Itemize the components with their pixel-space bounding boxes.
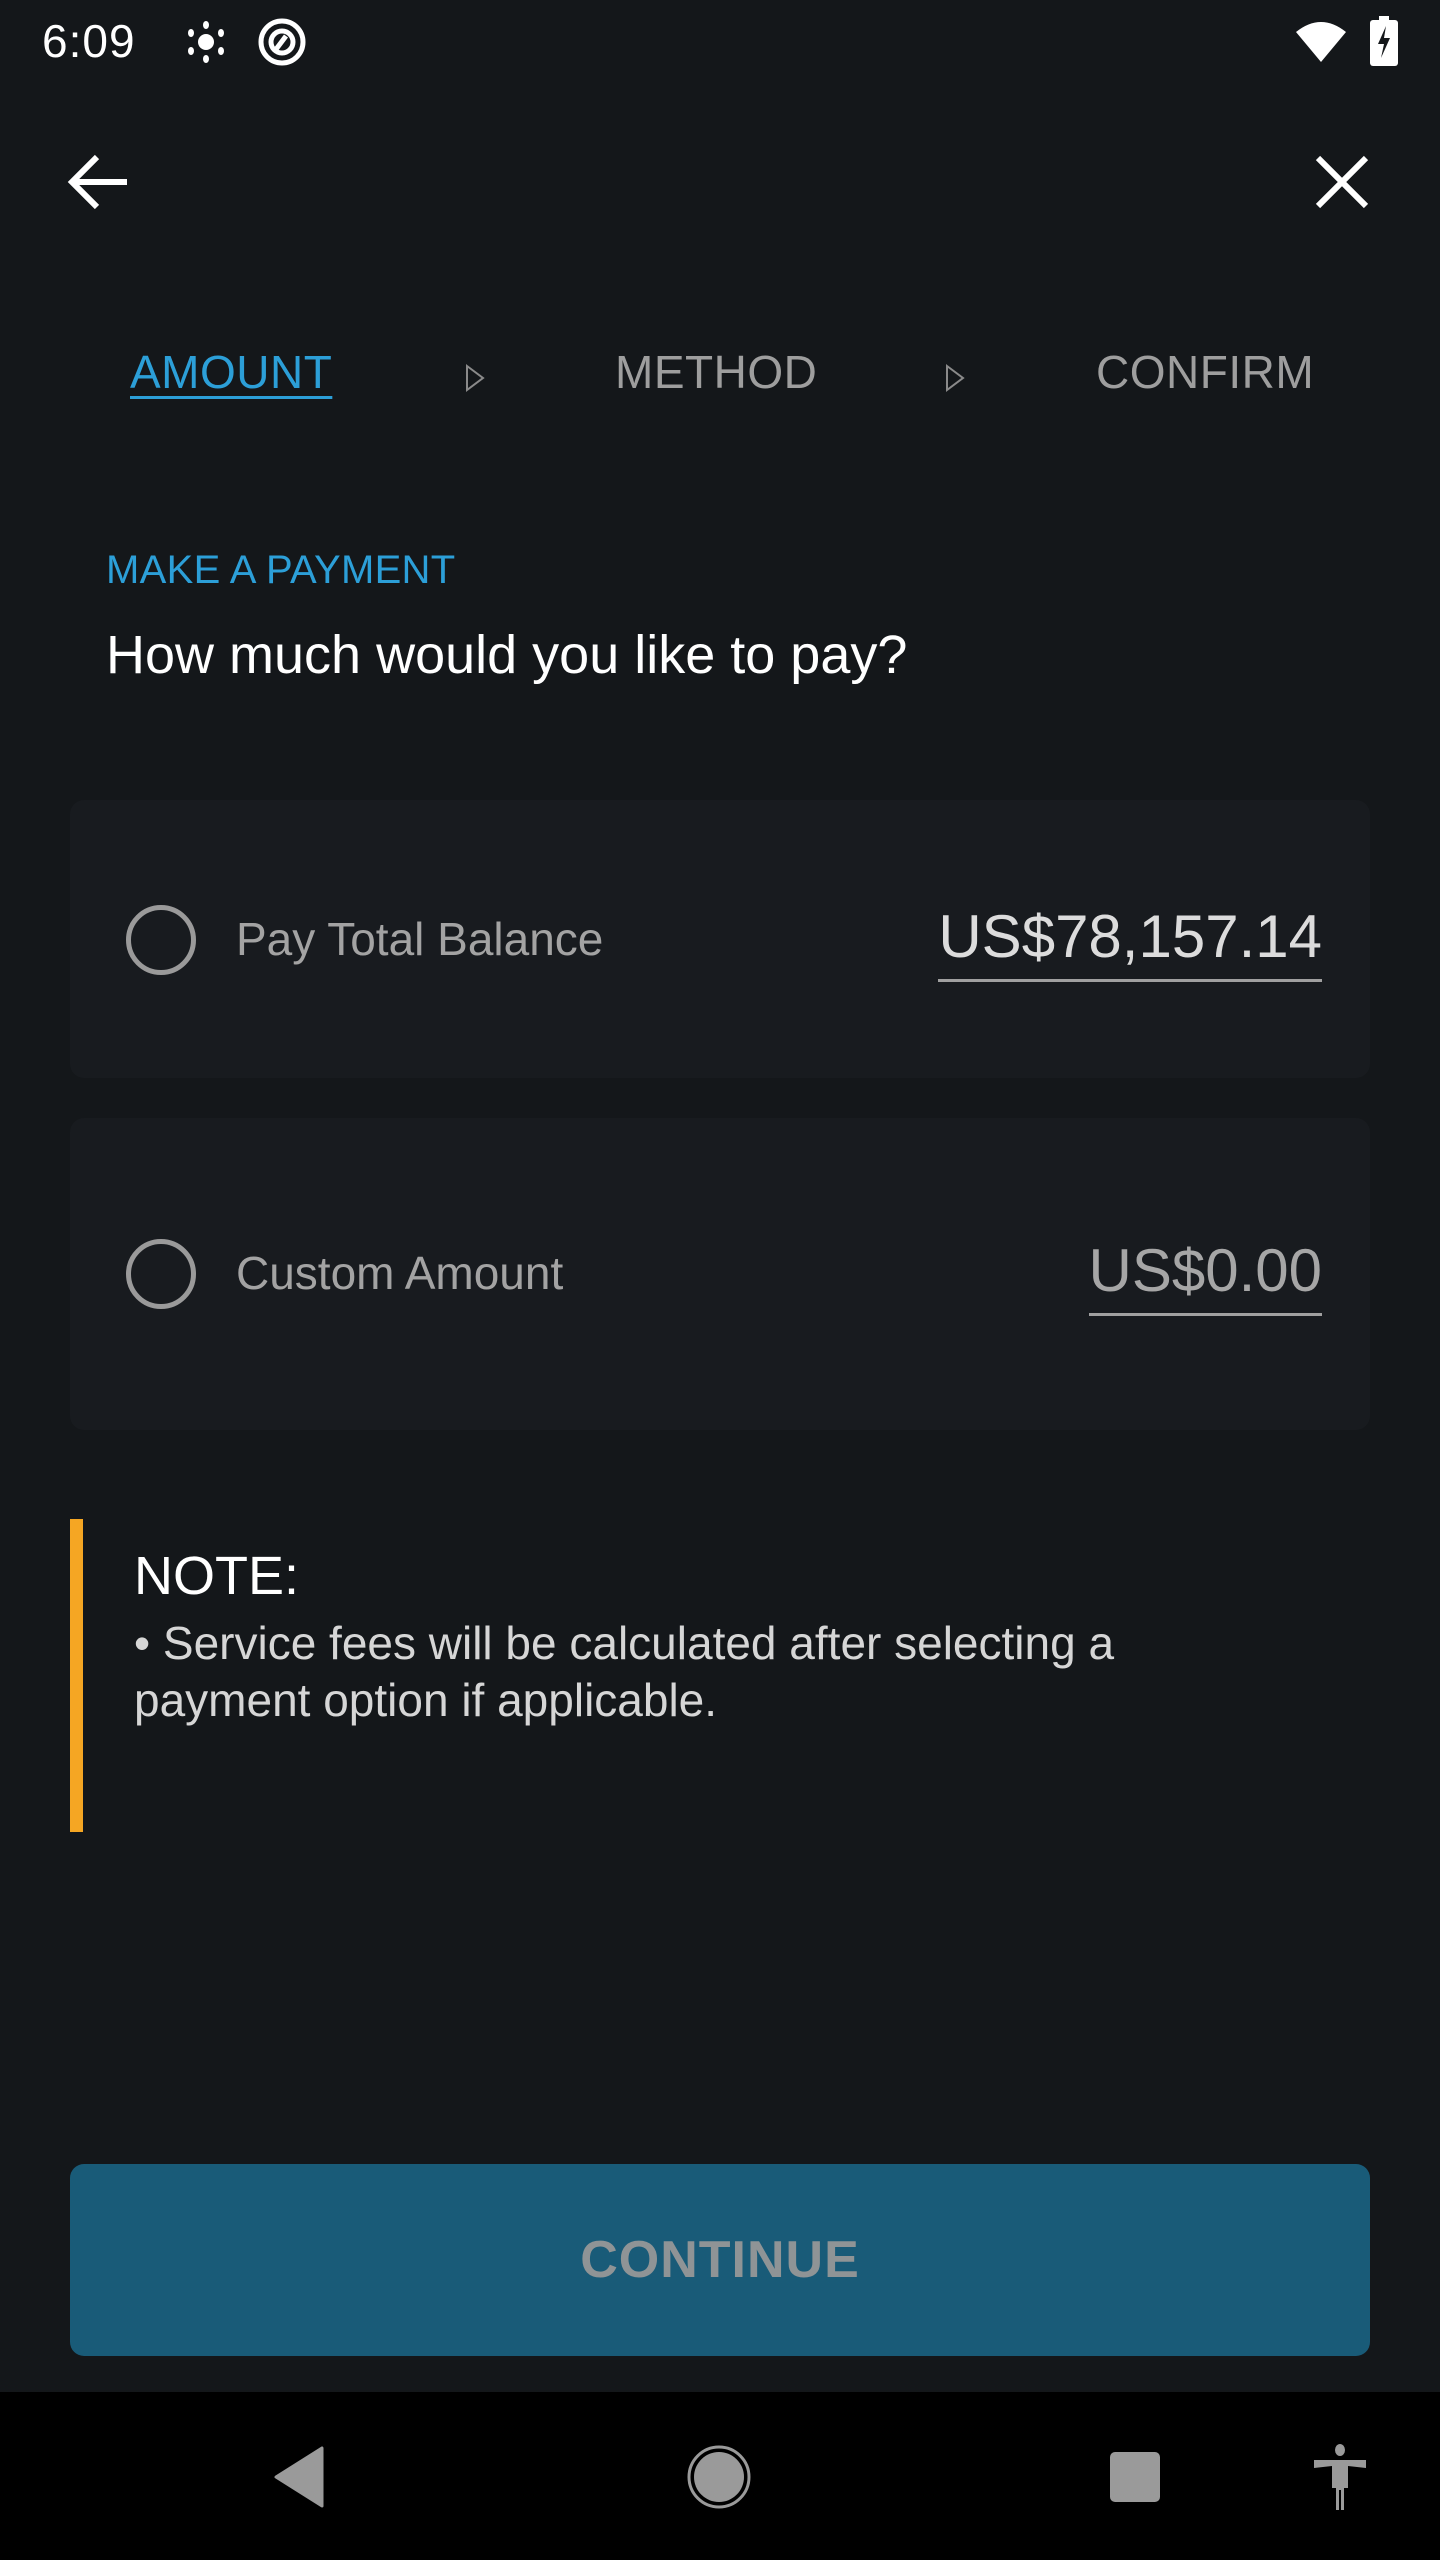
nav-recents-icon[interactable] <box>1108 2450 1162 2504</box>
status-time: 6:09 <box>42 15 136 67</box>
nav-home-icon[interactable] <box>686 2444 752 2510</box>
radio-button[interactable] <box>126 905 196 975</box>
close-button[interactable] <box>1302 142 1382 222</box>
step-amount[interactable]: AMOUNT <box>130 345 332 399</box>
section-eyebrow: MAKE A PAYMENT <box>106 548 456 592</box>
step-method[interactable]: METHOD <box>615 345 817 399</box>
radio-button[interactable] <box>126 1239 196 1309</box>
arrow-left-icon <box>67 154 127 210</box>
page-title: How much would you like to pay? <box>106 625 908 685</box>
stepper: AMOUNT METHOD CONFIRM <box>0 345 1440 415</box>
battery-charging-icon <box>1370 16 1398 66</box>
status-bar: 6:09 <box>0 0 1440 84</box>
option-custom-amount[interactable]: Custom Amount US$0.00 <box>70 1118 1370 1430</box>
total-balance-amount: US$78,157.14 <box>938 902 1322 982</box>
triangle-right-outline-icon <box>466 364 485 392</box>
option-pay-total-balance[interactable]: Pay Total Balance US$78,157.14 <box>70 800 1370 1078</box>
close-icon <box>1315 155 1369 209</box>
option-label: Custom Amount <box>236 1247 564 1299</box>
nav-back-icon[interactable] <box>272 2446 328 2508</box>
wifi-icon <box>1296 22 1346 62</box>
continue-button[interactable]: CONTINUE <box>70 2164 1370 2356</box>
note-accent-bar <box>70 1519 83 1832</box>
custom-amount-input[interactable]: US$0.00 <box>1088 1236 1322 1316</box>
note-body: • Service fees will be calculated after … <box>134 1617 1115 1726</box>
app-notification-icon <box>258 18 306 66</box>
brightness-icon <box>188 21 224 63</box>
note-title: NOTE: <box>134 1546 300 1606</box>
step-confirm[interactable]: CONFIRM <box>1096 345 1314 399</box>
triangle-right-outline-icon <box>946 364 965 392</box>
accessibility-icon[interactable] <box>1312 2444 1368 2510</box>
back-button[interactable] <box>58 142 138 222</box>
note-callout: NOTE: • Service fees will be calculated … <box>70 1519 1370 1832</box>
option-label: Pay Total Balance <box>236 913 604 965</box>
